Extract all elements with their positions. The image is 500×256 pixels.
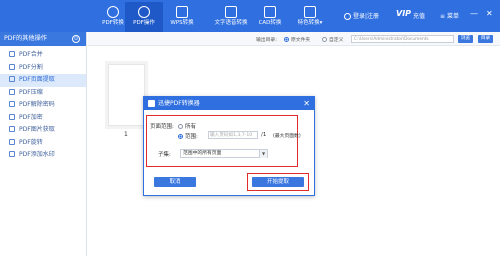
- sidebar-item-unlock[interactable]: PDF解除密码: [0, 99, 86, 112]
- output-options-bar: 输出目录: 原文件夹 自定义 C:\Users\Administrator\Do…: [88, 32, 500, 46]
- sidebar: PDF的其他操作 ⊙ PDF合并 PDF分割 PDF页面提取 PDF压缩 PDF…: [0, 32, 87, 256]
- sidebar-item-compress[interactable]: PDF压缩: [0, 87, 86, 100]
- merge-icon: [9, 51, 15, 57]
- cad-icon: [264, 6, 276, 18]
- sidebar-header: PDF的其他操作 ⊙: [0, 32, 86, 46]
- page-thumbnail[interactable]: [108, 64, 145, 126]
- custom-folder-radio[interactable]: 自定义: [322, 36, 343, 43]
- vip-badge[interactable]: VIP: [396, 9, 411, 18]
- source-folder-radio[interactable]: 原文件夹: [284, 36, 310, 43]
- cancel-button[interactable]: 取消: [154, 177, 196, 187]
- image-icon: [9, 126, 15, 132]
- tab-cad-convert[interactable]: CAD转换: [251, 2, 289, 32]
- lock-icon: [9, 113, 15, 120]
- sidebar-item-merge[interactable]: PDF合并: [0, 49, 86, 62]
- subset-label: 子集:: [158, 152, 171, 158]
- convert-icon: [107, 6, 119, 18]
- sidebar-item-watermark[interactable]: PDF添加水印: [0, 149, 86, 162]
- page-number: 1: [124, 131, 128, 138]
- menu-button[interactable]: ≡ 菜单: [440, 11, 459, 20]
- output-path-field[interactable]: C:\Users\Administrator\Documents: [351, 35, 454, 43]
- close-window-button[interactable]: ✕: [486, 9, 493, 18]
- browse-button[interactable]: 浏览: [458, 35, 473, 43]
- tab-wps-convert[interactable]: WPS转换: [163, 2, 201, 32]
- tab-pdf-operate[interactable]: PDF操作: [125, 2, 163, 32]
- minimize-button[interactable]: —: [470, 9, 478, 18]
- output-dir-label: 输出目录:: [256, 38, 277, 43]
- user-icon: [344, 13, 351, 20]
- rotate-icon: [9, 138, 15, 145]
- open-folder-button[interactable]: 目录: [478, 35, 493, 43]
- sidebar-item-split[interactable]: PDF分割: [0, 62, 86, 75]
- feature-icon: [304, 6, 316, 18]
- voice-icon: [225, 6, 237, 18]
- page-range-label: 页面范围:: [150, 124, 174, 130]
- login-link[interactable]: 登录|注册: [344, 11, 379, 20]
- dialog-titlebar: 迅捷PDF转换器 ✕: [144, 97, 314, 110]
- unlock-icon: [9, 101, 15, 107]
- operate-icon: [138, 6, 150, 18]
- sidebar-item-extract-pages[interactable]: PDF页面提取: [0, 74, 86, 87]
- total-pages: /1: [261, 132, 267, 138]
- extract-icon: [9, 76, 15, 82]
- subset-select[interactable]: 范围中的所有页面 ▼: [180, 149, 268, 158]
- range-radio[interactable]: 范围:: [178, 132, 198, 140]
- compress-icon: [9, 88, 15, 95]
- tab-voice-convert[interactable]: 文字语音转换: [207, 2, 255, 32]
- close-icon[interactable]: ✕: [303, 97, 310, 110]
- app-logo-icon: [148, 100, 155, 107]
- start-extract-button[interactable]: 开始提取: [252, 177, 304, 187]
- all-pages-radio[interactable]: 所有: [178, 122, 196, 130]
- recharge-link[interactable]: 充值: [413, 11, 425, 20]
- max-pages-hint: (最大页面数): [273, 134, 301, 139]
- wps-icon: [176, 6, 188, 18]
- sidebar-item-rotate[interactable]: PDF旋转: [0, 137, 86, 150]
- collapse-toggle-icon[interactable]: ⊙: [72, 35, 80, 43]
- watermark-icon: [9, 151, 15, 157]
- top-toolbar: PDF转换 PDF操作 WPS转换 文字语音转换 CAD转换 特色转换▾ 登录|…: [0, 0, 500, 32]
- chevron-down-icon: ▼: [259, 150, 267, 158]
- sidebar-item-encrypt[interactable]: PDF加密: [0, 112, 86, 125]
- split-icon: [9, 63, 15, 70]
- tab-feature-convert[interactable]: 特色转换▾: [288, 2, 332, 32]
- range-input[interactable]: 输入页码如1,3,7-10: [208, 131, 258, 139]
- sidebar-item-image-extract[interactable]: PDF图片获取: [0, 124, 86, 137]
